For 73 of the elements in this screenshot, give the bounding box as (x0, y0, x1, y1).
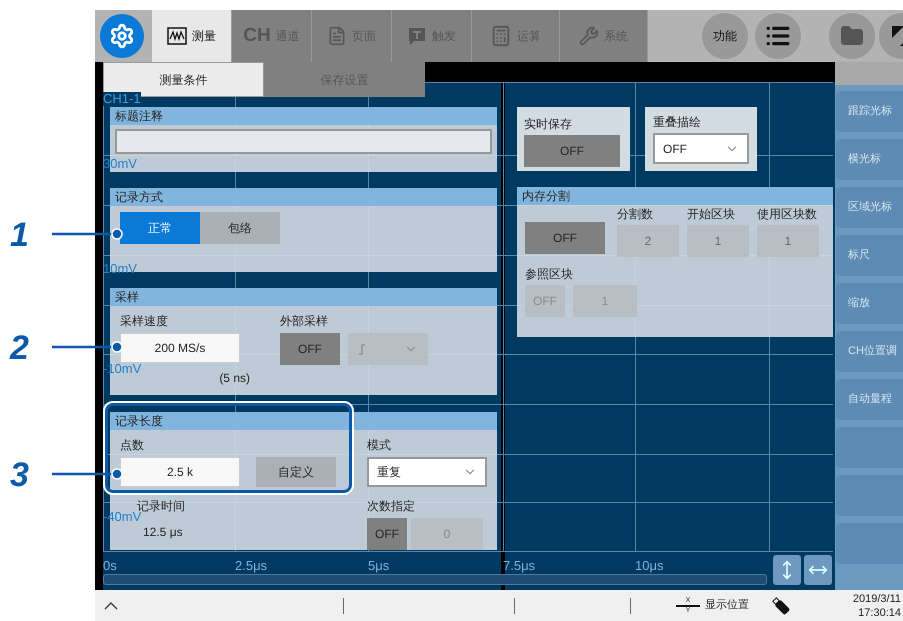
position-label: 显示位置 (705, 598, 749, 614)
field-label: 重叠描绘 (653, 114, 702, 131)
side-button[interactable]: 自动量程 (836, 379, 903, 420)
axis-label: 10μs (635, 557, 664, 575)
document-icon (327, 26, 347, 46)
callout-number: 3 (10, 455, 29, 496)
number-field: 1 (687, 225, 749, 257)
waveform-icon (167, 27, 187, 45)
callout-number: 2 (10, 328, 29, 369)
external-sampling-toggle[interactable]: OFF (280, 333, 340, 365)
mode-dropdown[interactable]: 重复 (367, 457, 487, 487)
axis-label: 0s (103, 557, 117, 575)
side-button[interactable]: 缩放 (836, 283, 903, 324)
period-text: (5 ns) (219, 370, 251, 387)
trigger-icon (407, 26, 427, 46)
usb-stick-icon (771, 596, 791, 616)
panel-header: 内存分割 (517, 187, 833, 205)
leader-line (52, 228, 124, 240)
leader-line (52, 341, 124, 353)
mode-option[interactable]: 包络 (200, 212, 280, 244)
side-button[interactable]: CH位置调 (836, 331, 903, 372)
callout-number: 1 (10, 215, 29, 256)
points-field[interactable]: 2.5 k (120, 457, 240, 487)
field-label: 点数 (120, 437, 145, 454)
side-button[interactable]: 跟踪光标 (836, 91, 903, 132)
field-label: 次数指定 (367, 498, 416, 515)
channel-label: CH1-1 (103, 92, 141, 106)
field-label: 采样速度 (120, 313, 169, 330)
settings-button[interactable] (100, 14, 144, 58)
record-time-text: 12.5 μs (143, 524, 184, 541)
status-time: 17:30:14 (858, 606, 901, 620)
overlay-dropdown[interactable]: OFF (653, 133, 749, 164)
field-label: 开始区块 (687, 206, 736, 223)
title-input-field[interactable] (115, 129, 492, 154)
side-button[interactable]: 横光标 (836, 139, 903, 180)
folder-icon (840, 24, 864, 48)
horizontal-arrow-button[interactable] (804, 555, 832, 585)
panel-header: 记录长度 (110, 412, 497, 430)
folder-button[interactable] (829, 13, 875, 59)
field-label: 记录时间 (137, 498, 186, 513)
toolbar-tab[interactable]: 测量 (152, 10, 232, 62)
field-label: 外部采样 (280, 313, 329, 330)
list-button[interactable] (755, 13, 801, 59)
reference-field: 1 (573, 285, 637, 317)
number-field: 1 (757, 225, 819, 257)
axis-label: 2.5μs (235, 557, 268, 575)
wrench-icon (579, 26, 599, 46)
panel-header: 记录方式 (110, 188, 497, 206)
side-button[interactable]: 区域光标 (836, 187, 903, 228)
number-field: 2 (617, 225, 679, 257)
panel-header: 标题注释 (110, 107, 497, 125)
function-button[interactable]: 功能 (702, 13, 748, 59)
leader-line (52, 468, 124, 480)
field-label: 分割数 (617, 206, 654, 223)
settings-icon (109, 23, 135, 49)
calculator-icon (490, 25, 512, 47)
count-field: 0 (411, 518, 483, 550)
vertical-arrow-button[interactable] (773, 555, 801, 585)
sampling-rate-field[interactable]: 200 MS/s (120, 333, 240, 363)
chevron-up-icon (104, 602, 118, 610)
axis-label: 5μs (368, 557, 390, 575)
field-label: 参照区块 (525, 266, 574, 283)
realtime-save-toggle[interactable]: OFF (524, 135, 620, 167)
field-label: 模式 (367, 437, 392, 454)
field-label: 使用区块数 (757, 206, 818, 223)
rising-edge-icon (358, 343, 366, 355)
field-label: 实时保存 (524, 116, 573, 133)
status-date: 2019/3/11 (852, 592, 901, 606)
panel-header: 采样 (110, 288, 497, 306)
count-toggle[interactable]: OFF (367, 518, 407, 550)
mode-option[interactable]: 正常 (120, 212, 200, 244)
side-button[interactable]: 标尺 (836, 235, 903, 276)
custom-button[interactable]: 自定义 (256, 457, 336, 487)
